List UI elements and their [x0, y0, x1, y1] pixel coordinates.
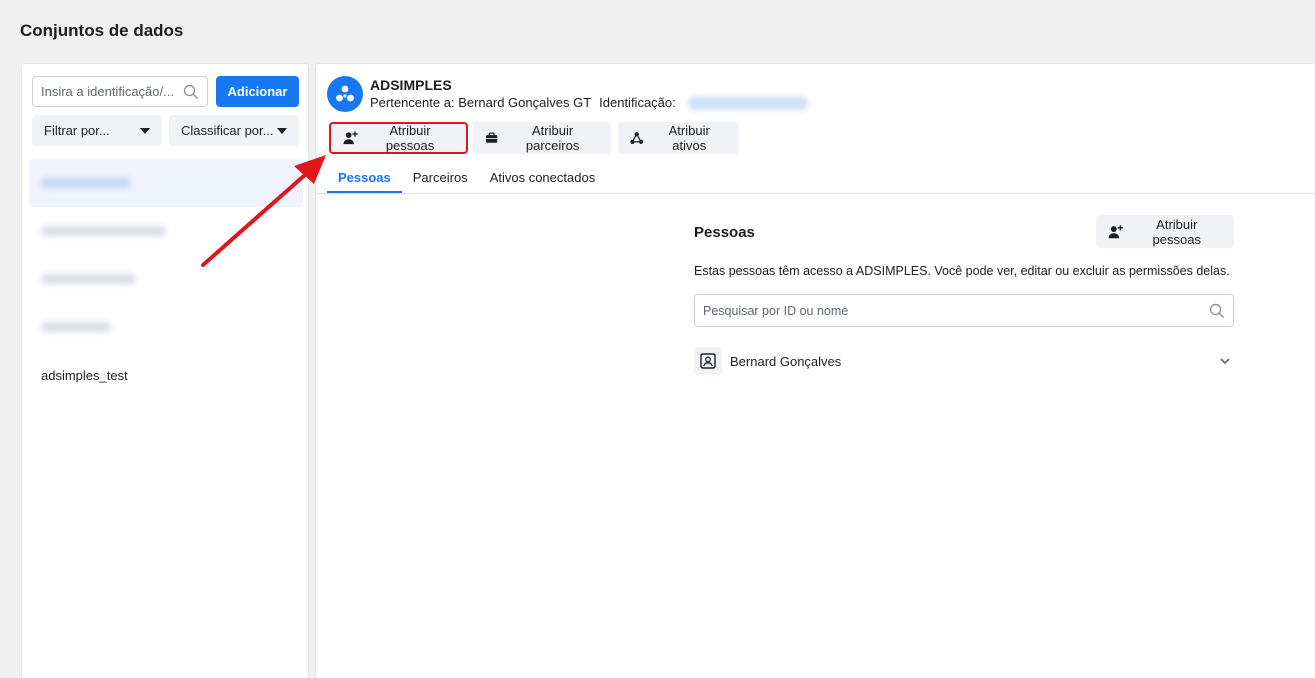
redacted-id: [687, 95, 808, 110]
people-search-box[interactable]: [694, 294, 1234, 327]
dataset-list-panel: Adicionar Filtrar por... Classificar por…: [21, 63, 309, 678]
dataset-name: ADSIMPLES: [370, 77, 452, 93]
assign-partners-label: Atribuir parceiros: [525, 123, 580, 153]
dataset-item-redacted[interactable]: [29, 255, 303, 303]
person-name: Bernard Gonçalves: [730, 353, 842, 369]
assign-people-label: Atribuir pessoas: [385, 123, 435, 153]
dataset-search-input[interactable]: [41, 84, 183, 99]
tab-partners[interactable]: Parceiros: [402, 161, 479, 193]
search-icon: [183, 84, 198, 99]
caret-down-icon: [277, 127, 287, 134]
detail-tabs: Pessoas Parceiros Ativos conectados: [327, 161, 607, 194]
add-person-icon: [1108, 224, 1124, 238]
assign-people-secondary-button[interactable]: Atribuir pessoas: [1096, 215, 1234, 248]
assign-people-button[interactable]: Atribuir pessoas: [329, 122, 468, 154]
tab-connected-assets[interactable]: Ativos conectados: [479, 161, 607, 193]
dataset-list: adsimples_test: [29, 159, 303, 399]
people-section-title: Pessoas: [694, 224, 755, 241]
tabs-divider: [316, 193, 1315, 194]
person-card-icon: [700, 353, 716, 369]
owner-label: Pertencente a: Bernard Gonçalves GT: [370, 95, 592, 110]
dataset-detail-panel: ADSIMPLES Pertencente a: Bernard Gonçalv…: [315, 63, 1315, 678]
sort-dropdown[interactable]: Classificar por...: [169, 115, 299, 146]
tab-people[interactable]: Pessoas: [327, 161, 402, 194]
owner-name: Bernard Gonçalves GT: [458, 95, 592, 110]
caret-down-icon: [140, 127, 150, 134]
assign-people-secondary-label: Atribuir pessoas: [1152, 216, 1201, 247]
dataset-item-redacted[interactable]: [29, 303, 303, 351]
id-label: Identificação:: [599, 95, 676, 110]
assign-assets-button[interactable]: Atribuir ativos: [618, 122, 739, 154]
dataset-search-box[interactable]: [32, 76, 208, 107]
assign-assets-label: Atribuir ativos: [668, 123, 710, 153]
connected-assets-icon: [630, 132, 644, 144]
assign-partners-button[interactable]: Atribuir parceiros: [473, 122, 611, 154]
dataset-avatar: [327, 76, 363, 112]
sort-dropdown-label: Classificar por...: [181, 123, 274, 138]
dataset-item[interactable]: adsimples_test: [29, 351, 303, 399]
dataset-item-redacted[interactable]: [29, 159, 303, 207]
redacted-text: [41, 226, 166, 236]
briefcase-icon: [485, 132, 498, 143]
person-avatar: [694, 347, 722, 375]
filter-dropdown[interactable]: Filtrar por...: [32, 115, 162, 146]
people-description: Estas pessoas têm acesso a ADSIMPLES. Vo…: [694, 264, 1230, 278]
redacted-text: [41, 274, 136, 284]
page-title: Conjuntos de dados: [20, 21, 184, 40]
people-search-input[interactable]: [703, 303, 1209, 318]
add-person-icon: [343, 131, 358, 145]
dataset-item-label: adsimples_test: [41, 367, 128, 383]
filter-dropdown-label: Filtrar por...: [44, 123, 110, 138]
person-row[interactable]: Bernard Gonçalves: [694, 346, 1234, 376]
redacted-text: [41, 322, 111, 332]
dataset-item-redacted[interactable]: [29, 207, 303, 255]
dataset-meta: Pertencente a: Bernard Gonçalves GT Iden…: [370, 95, 808, 110]
redacted-text: [41, 178, 131, 188]
add-dataset-button[interactable]: Adicionar: [216, 76, 299, 107]
search-icon: [1209, 303, 1224, 318]
chevron-down-icon[interactable]: [1218, 354, 1232, 368]
dataset-icon: [336, 85, 354, 102]
